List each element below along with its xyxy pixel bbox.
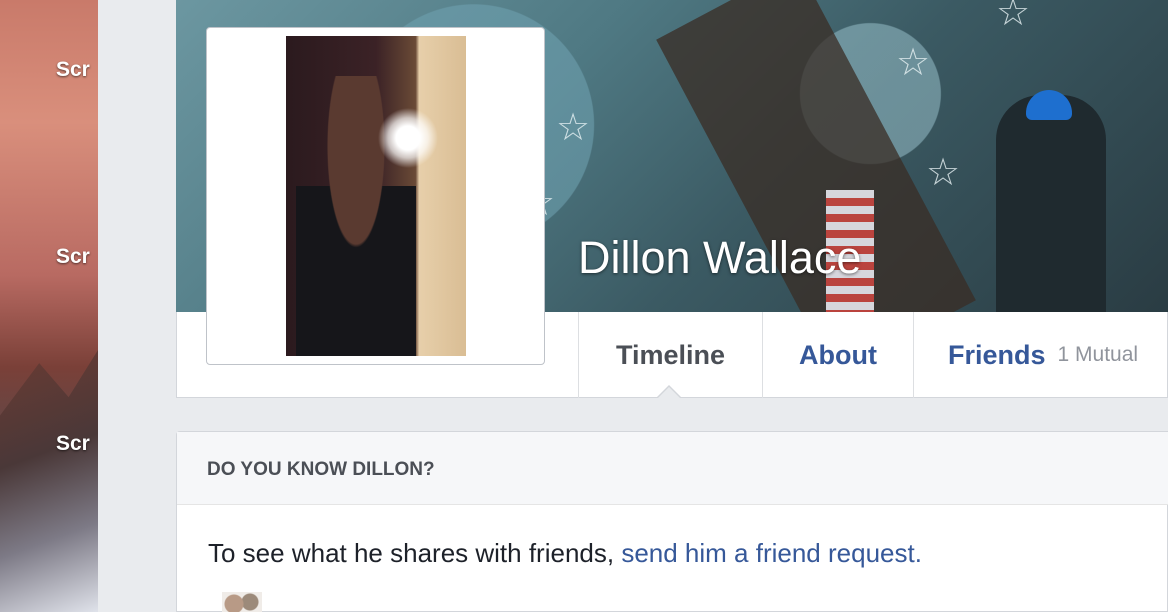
desktop-file-label[interactable]: Scr bbox=[56, 245, 90, 269]
desktop-background bbox=[0, 0, 98, 612]
mountain-graphic bbox=[0, 350, 98, 612]
desktop-file-label[interactable]: Scr bbox=[56, 432, 90, 456]
tab-friends[interactable]: Friends 1 Mutual bbox=[913, 312, 1168, 398]
profile-picture[interactable] bbox=[286, 36, 466, 356]
camera-flash bbox=[378, 108, 438, 168]
page-gutter bbox=[98, 0, 178, 612]
star-icon: ☆ bbox=[896, 42, 931, 84]
tab-about-label: About bbox=[799, 339, 877, 370]
star-icon: ☆ bbox=[556, 107, 591, 149]
active-tab-caret bbox=[657, 387, 681, 399]
tab-friends-label: Friends bbox=[948, 339, 1046, 370]
desktop-file-label[interactable]: Scr bbox=[56, 58, 90, 82]
star-icon: ☆ bbox=[996, 0, 1031, 34]
card-message: To see what he shares with friends, send… bbox=[208, 538, 922, 569]
profile-name[interactable]: Dillon Wallace bbox=[578, 232, 861, 284]
mutual-friends-count: 1 Mutual bbox=[1057, 343, 1139, 366]
star-icon: ☆ bbox=[926, 152, 961, 194]
card-message-text: To see what he shares with friends, bbox=[208, 538, 622, 568]
friend-request-link[interactable]: send him a friend request. bbox=[621, 538, 922, 568]
tab-about[interactable]: About bbox=[762, 312, 913, 398]
cover-art-figure bbox=[996, 95, 1106, 312]
tab-timeline-label: Timeline bbox=[615, 339, 726, 370]
card-title: DO YOU KNOW DILLON? bbox=[207, 459, 435, 480]
mutual-friend-avatar[interactable] bbox=[222, 592, 262, 612]
